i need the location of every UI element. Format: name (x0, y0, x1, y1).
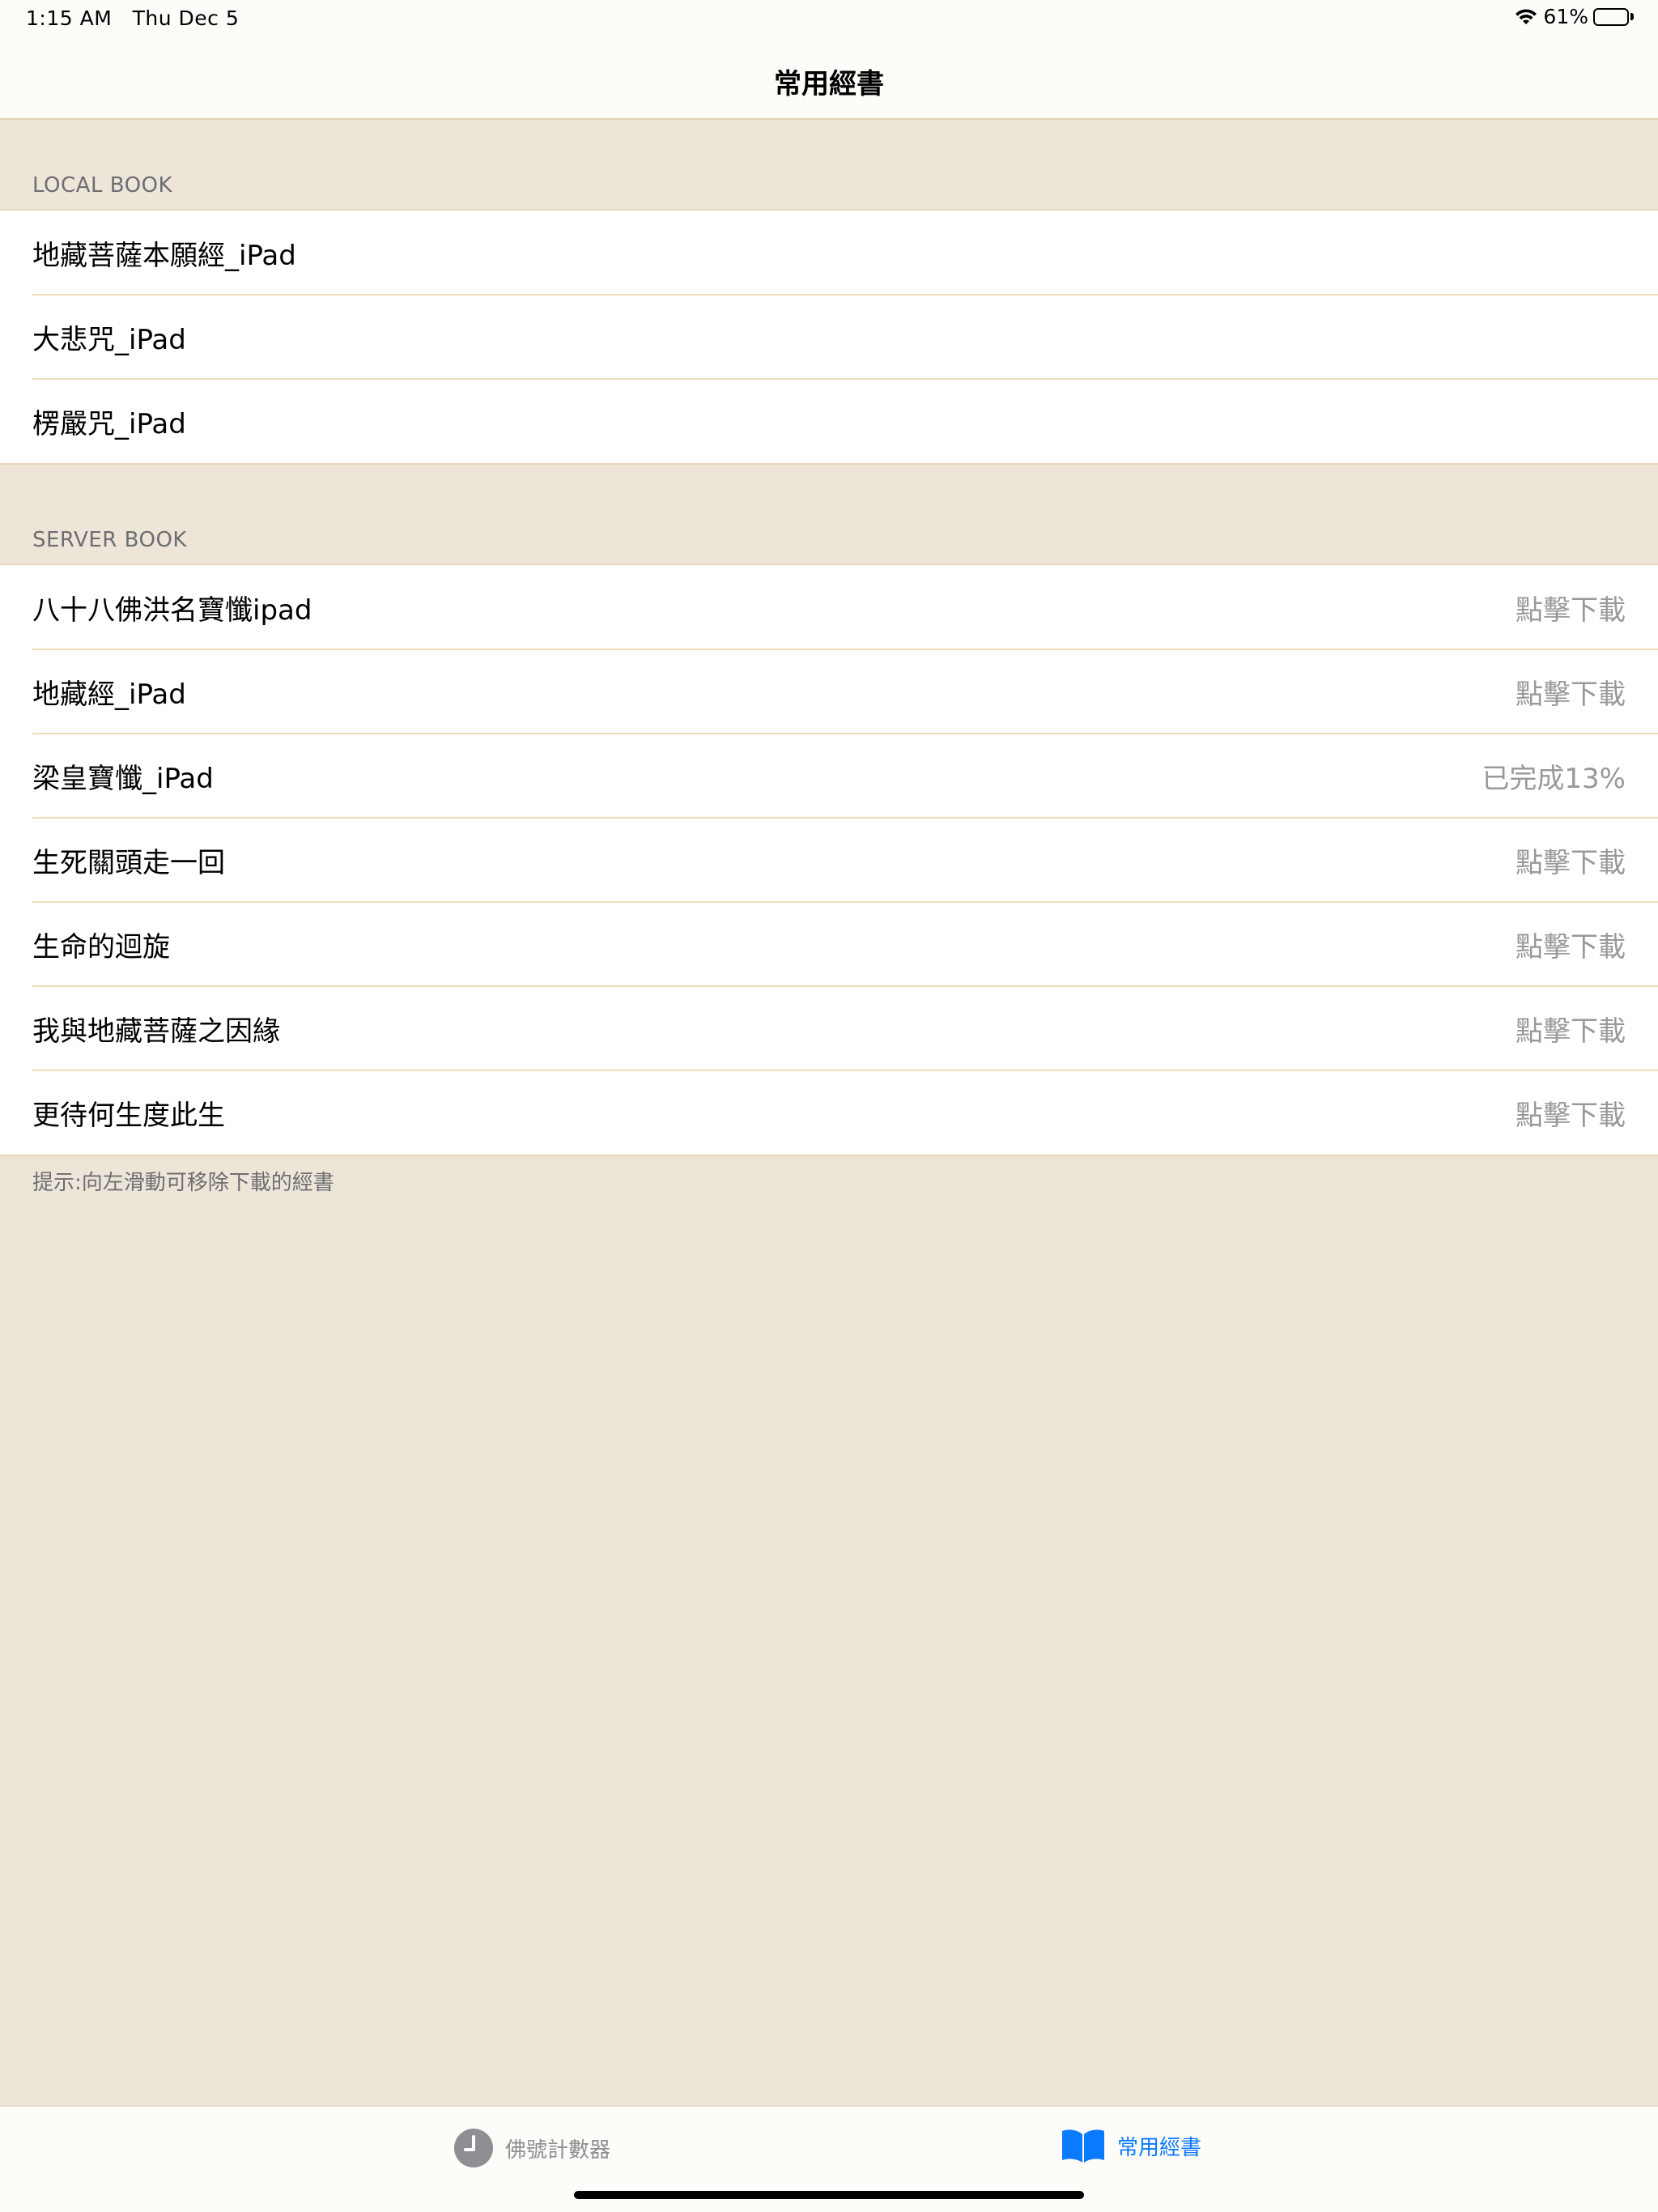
section-header-server: SERVER BOOK (32, 528, 187, 552)
battery-percent: 61% (1543, 5, 1588, 28)
download-progress: 已完成13% (1482, 762, 1626, 795)
download-status[interactable]: 點擊下載 (1516, 588, 1626, 627)
tab-counter[interactable]: 佛號計數器 (453, 2128, 610, 2168)
book-title: 更待何生度此生 (32, 1099, 225, 1132)
book-title: 生死關頭走一回 (32, 846, 225, 879)
download-status[interactable]: 點擊下載 (1516, 1093, 1626, 1133)
wifi-icon (1514, 8, 1538, 26)
book-title: 地藏經_iPad (32, 678, 186, 711)
book-title: 梁皇寶懺_iPad (32, 762, 214, 795)
section-header-local: LOCAL BOOK (32, 173, 173, 198)
page-title: 常用經書 (774, 68, 884, 100)
navigation-bar: 常用經書 (0, 39, 1658, 120)
local-book-list: 地藏菩薩本願經_iPad 大悲咒_iPad 楞嚴咒_iPad (0, 209, 1658, 465)
list-item[interactable]: 地藏經_iPad 點擊下載 (0, 649, 1658, 734)
tab-label: 常用經書 (1117, 2135, 1202, 2160)
download-status[interactable]: 點擊下載 (1516, 672, 1626, 712)
book-title: 生命的迴旋 (32, 930, 170, 963)
book-title: 八十八佛洪名寶懺ipad (32, 593, 312, 627)
download-status[interactable]: 點擊下載 (1516, 840, 1626, 880)
list-item[interactable]: 我與地藏菩薩之因緣 點擊下載 (0, 985, 1658, 1070)
book-icon (1061, 2128, 1106, 2163)
swipe-hint: 提示:向左滑動可移除下載的經書 (32, 1171, 334, 1195)
download-status[interactable]: 點擊下載 (1516, 925, 1626, 964)
book-title: 大悲咒_iPad (32, 323, 186, 356)
book-title: 楞嚴咒_iPad (32, 407, 186, 440)
list-item[interactable]: 楞嚴咒_iPad (0, 378, 1658, 463)
book-title: 我與地藏菩薩之因緣 (32, 1015, 280, 1048)
home-indicator[interactable] (574, 2191, 1084, 2199)
download-status[interactable]: 點擊下載 (1516, 1009, 1626, 1049)
tab-label: 佛號計數器 (505, 2138, 611, 2163)
status-time: 1:15 AM Thu Dec 5 (26, 6, 240, 30)
tab-books[interactable]: 常用經書 (1061, 2128, 1201, 2163)
book-title: 地藏菩薩本願經_iPad (32, 239, 296, 272)
list-item[interactable]: 八十八佛洪名寶懺ipad 點擊下載 (0, 565, 1658, 649)
list-item[interactable]: 生命的迴旋 點擊下載 (0, 901, 1658, 986)
list-item[interactable]: 梁皇寶懺_iPad 已完成13% (0, 733, 1658, 818)
status-indicators: 61% (1514, 5, 1634, 28)
list-item[interactable]: 大悲咒_iPad (0, 294, 1658, 379)
status-bar: 1:15 AM Thu Dec 5 61% (0, 0, 1658, 39)
list-item[interactable]: 地藏菩薩本願經_iPad (0, 211, 1658, 295)
list-item[interactable]: 生死關頭走一回 點擊下載 (0, 817, 1658, 902)
list-item[interactable]: 更待何生度此生 點擊下載 (0, 1070, 1658, 1155)
clock-icon (453, 2128, 494, 2168)
battery-icon (1593, 7, 1634, 26)
server-book-list: 八十八佛洪名寶懺ipad 點擊下載 地藏經_iPad 點擊下載 梁皇寶懺_iPa… (0, 564, 1658, 1156)
